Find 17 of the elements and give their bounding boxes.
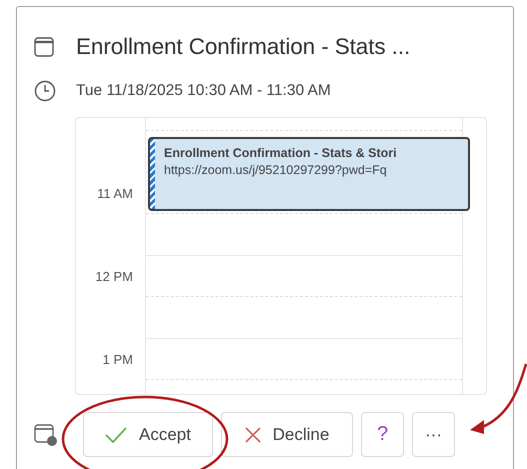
decline-button[interactable]: Decline [221,412,353,457]
hour-label: 11 AM [97,186,133,201]
tentative-button[interactable]: ? [361,412,404,457]
event-title: Enrollment Confirmation - Stats ... [76,34,410,60]
check-icon [105,426,127,442]
hour-label: 1 PM [102,352,133,367]
event-time: Tue 11/18/2025 10:30 AM - 11:30 AM [76,82,331,100]
clock-icon [34,80,56,102]
more-button[interactable]: ··· [412,412,455,457]
event-block-title: Enrollment Confirmation - Stats & Stori [164,146,398,160]
hour-label: 12 PM [95,268,133,284]
calendar-event[interactable]: Enrollment Confirmation - Stats & Stori https://zoom.us/j/95210297299?pwd=Fq [148,137,470,211]
accept-button[interactable]: Accept [83,412,213,457]
calendar-icon [34,37,54,57]
calendar-icon [34,422,58,446]
event-block-link: https://zoom.us/j/95210297299?pwd=Fq [164,163,388,177]
close-icon [244,426,261,442]
